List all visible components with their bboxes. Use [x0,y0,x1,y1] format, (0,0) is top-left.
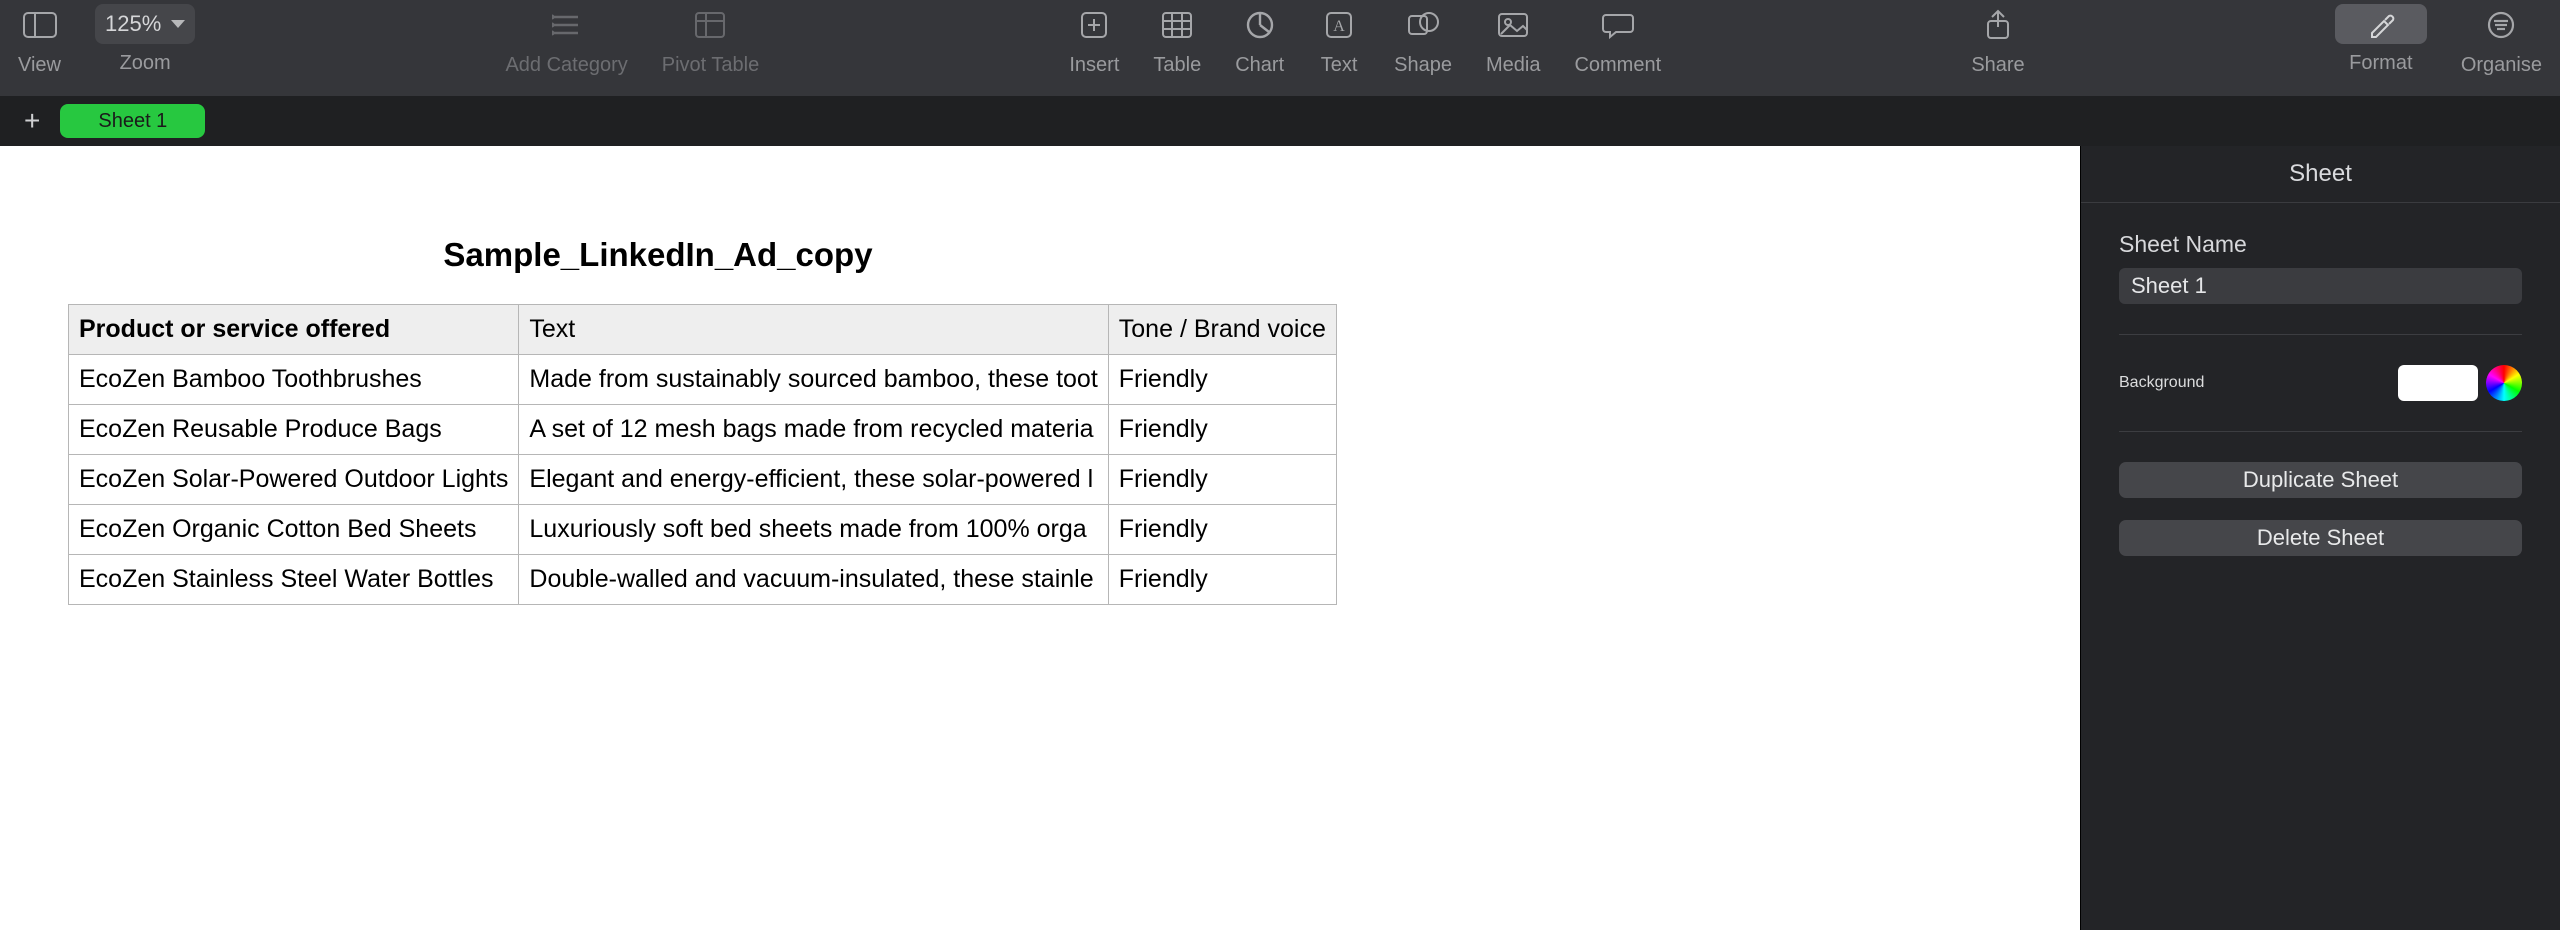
svg-text:A: A [1333,18,1345,35]
table-icon [1156,4,1198,46]
shape-label: Shape [1394,54,1452,77]
table-title: Sample_LinkedIn_Ad_copy [0,236,1316,274]
cell[interactable]: Luxuriously soft bed sheets made from 10… [519,505,1108,555]
format-icon [2335,4,2427,44]
table-row: EcoZen Reusable Produce Bags A set of 12… [69,405,1337,455]
organise-icon [2480,4,2522,46]
background-color-well[interactable] [2398,365,2478,401]
table-row: EcoZen Bamboo Toothbrushes Made from sus… [69,355,1337,405]
inspector-body: Sheet Name Background Duplicate Sheet De… [2081,203,2560,606]
sheet-tab-1[interactable]: Sheet 1 [60,104,205,138]
header-product[interactable]: Product or service offered [69,305,519,355]
organise-label: Organise [2461,54,2542,77]
cell[interactable]: Friendly [1108,455,1336,505]
duplicate-sheet-label: Duplicate Sheet [2243,467,2398,492]
delete-sheet-button[interactable]: Delete Sheet [2119,520,2522,556]
data-table[interactable]: Product or service offered Text Tone / B… [68,304,1337,605]
divider [2119,334,2522,335]
comment-label: Comment [1574,54,1661,77]
cell[interactable]: Friendly [1108,555,1336,605]
background-label: Background [2119,374,2204,392]
toolbar-share-group: Share [1971,4,2024,94]
text-label: Text [1321,54,1358,77]
table-button[interactable]: Table [1153,4,1201,94]
text-icon: A [1318,4,1360,46]
share-button[interactable]: Share [1971,4,2024,94]
comment-icon [1597,4,1639,46]
inspector-tab-sheet[interactable]: Sheet [2081,146,2560,203]
sheet-tab-label: Sheet 1 [98,110,167,133]
media-label: Media [1486,54,1540,77]
cell[interactable]: EcoZen Reusable Produce Bags [69,405,519,455]
cell[interactable]: Made from sustainably sourced bamboo, th… [519,355,1108,405]
cell[interactable]: Friendly [1108,405,1336,455]
toolbar-left-group: View 125% Zoom [18,4,195,94]
table-row: EcoZen Solar-Powered Outdoor Lights Eleg… [69,455,1337,505]
delete-sheet-label: Delete Sheet [2257,525,2384,550]
pivot-table-button[interactable]: Pivot Table [662,4,759,94]
header-tone[interactable]: Tone / Brand voice [1108,305,1336,355]
text-button[interactable]: A Text [1318,4,1360,94]
add-sheet-button[interactable]: + [24,107,40,135]
zoom-value: 125% [105,11,161,37]
sheet-tab-bar: + Sheet 1 [0,96,2560,146]
shape-button[interactable]: Shape [1394,4,1452,94]
share-icon [1977,4,2019,46]
format-inspector: Sheet Sheet Name Background Duplicate Sh… [2080,146,2560,930]
organise-button[interactable]: Organise [2461,4,2542,94]
comment-button[interactable]: Comment [1574,4,1661,94]
cell[interactable]: Friendly [1108,505,1336,555]
cell[interactable]: A set of 12 mesh bags made from recycled… [519,405,1108,455]
table-row: EcoZen Organic Cotton Bed Sheets Luxurio… [69,505,1337,555]
media-icon [1492,4,1534,46]
toolbar-insert-group: Insert Table Chart A Tex [1069,4,1661,94]
chart-icon [1239,4,1281,46]
insert-icon [1073,4,1115,46]
cell[interactable]: Friendly [1108,355,1336,405]
top-toolbar: View 125% Zoom Add Category [0,0,2560,96]
toolbar-category-group: Add Category Pivot Table [505,4,759,94]
share-label: Share [1971,54,2024,77]
sheet-name-input[interactable] [2119,268,2522,304]
add-category-button[interactable]: Add Category [505,4,627,94]
add-category-label: Add Category [505,54,627,77]
spreadsheet-canvas[interactable]: Sample_LinkedIn_Ad_copy Product or servi… [0,146,2080,930]
media-button[interactable]: Media [1486,4,1540,94]
shape-icon [1402,4,1444,46]
zoom-menu[interactable]: 125% Zoom [95,4,195,94]
background-row: Background [2119,365,2522,401]
color-picker-icon[interactable] [2486,365,2522,401]
format-button[interactable]: Format [2335,4,2427,94]
header-text[interactable]: Text [519,305,1108,355]
cell[interactable]: EcoZen Organic Cotton Bed Sheets [69,505,519,555]
chart-button[interactable]: Chart [1235,4,1284,94]
list-icon [546,4,588,46]
cell[interactable]: EcoZen Bamboo Toothbrushes [69,355,519,405]
inspector-tab-label: Sheet [2289,160,2352,187]
table-label: Table [1153,54,1201,77]
cell[interactable]: Double-walled and vacuum-insulated, thes… [519,555,1108,605]
pivot-label: Pivot Table [662,54,759,77]
table-header-row: Product or service offered Text Tone / B… [69,305,1337,355]
view-menu[interactable]: View [18,4,61,94]
cell[interactable]: Elegant and energy-efficient, these sola… [519,455,1108,505]
duplicate-sheet-button[interactable]: Duplicate Sheet [2119,462,2522,498]
format-label: Format [2349,52,2412,75]
view-label: View [18,54,61,77]
table-row: EcoZen Stainless Steel Water Bottles Dou… [69,555,1337,605]
zoom-pill[interactable]: 125% [95,4,195,44]
cell[interactable]: EcoZen Stainless Steel Water Bottles [69,555,519,605]
pivot-icon [689,4,731,46]
chevron-down-icon [171,20,185,28]
zoom-label: Zoom [120,52,171,75]
chart-label: Chart [1235,54,1284,77]
divider [2119,431,2522,432]
toolbar-right-group: Format Organise [2335,4,2542,94]
insert-label: Insert [1069,54,1119,77]
sidebar-icon [19,4,61,46]
main-area: Sample_LinkedIn_Ad_copy Product or servi… [0,146,2560,930]
insert-button[interactable]: Insert [1069,4,1119,94]
cell[interactable]: EcoZen Solar-Powered Outdoor Lights [69,455,519,505]
sheet-name-label: Sheet Name [2119,231,2522,258]
